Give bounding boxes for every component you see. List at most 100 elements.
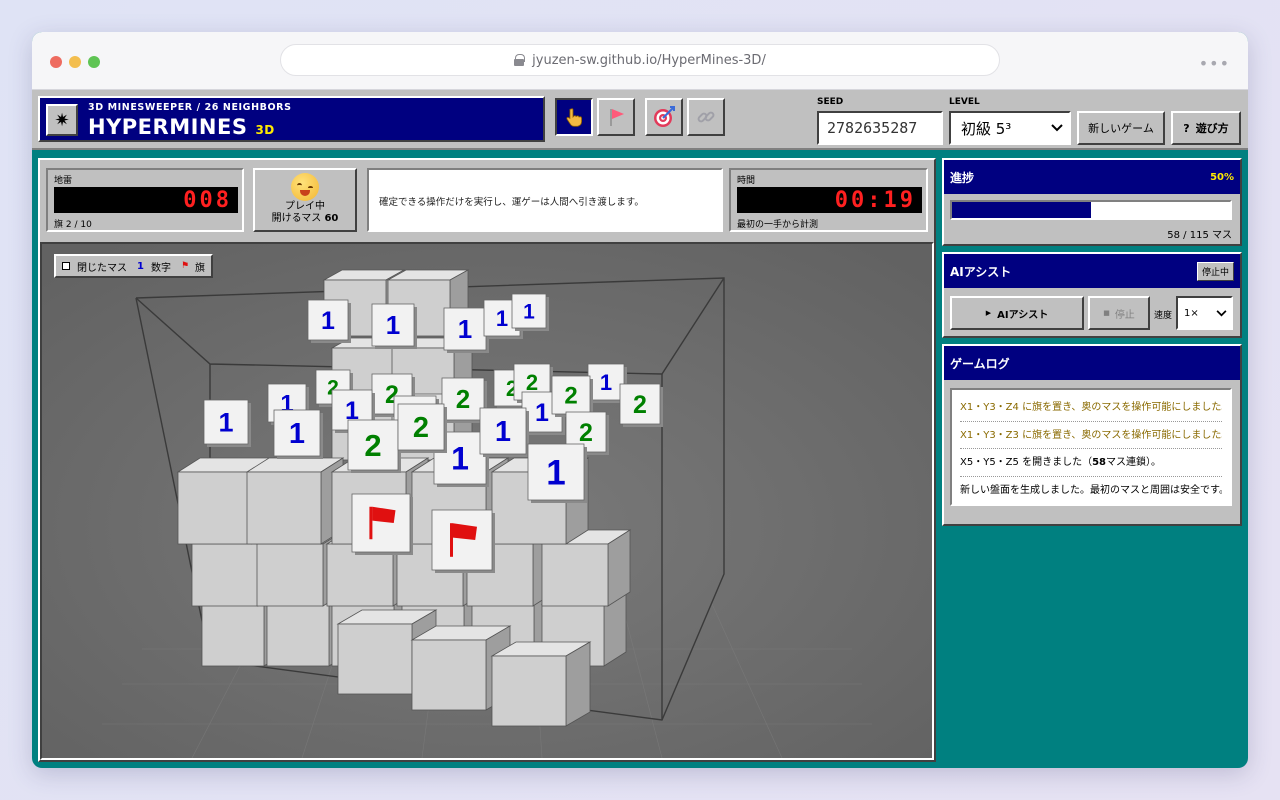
new-game-button[interactable]: 新しいゲーム [1077, 111, 1165, 145]
tile-number: 1 [451, 440, 469, 476]
number-tile[interactable]: 1 [479, 407, 529, 457]
target-icon [654, 106, 675, 127]
face-status: プレイ中 [285, 201, 325, 212]
speed-select[interactable]: 1× [1176, 296, 1233, 330]
openable-count: 開けるマス 60 [255, 213, 355, 225]
flag-tool-button[interactable] [597, 98, 635, 136]
number-tile[interactable]: 1 [307, 299, 351, 343]
number-tile[interactable]: 2 [551, 375, 593, 417]
tile-number: 1 [386, 310, 400, 340]
app-title-suffix: 3D [255, 123, 275, 137]
progress-percent: 50% [1210, 171, 1234, 183]
stop-button[interactable]: ■ 停止 [1088, 296, 1150, 330]
help-button-label: 遊び方 [1195, 122, 1229, 135]
progress-header: 進捗 50% [944, 160, 1240, 194]
seed-input[interactable]: 2782635287 [817, 111, 943, 145]
number-tile[interactable]: 1 [511, 293, 549, 331]
legend-flag-icon: ⚑ [180, 261, 190, 271]
progress-unit: マス [1212, 230, 1232, 241]
maximize-window-button[interactable] [88, 56, 100, 68]
target-tool-button[interactable] [645, 98, 683, 136]
number-tile[interactable]: 1 [371, 303, 417, 349]
browser-chrome: jyuzen-sw.github.io/HyperMines-3D/ ••• [32, 32, 1248, 90]
closed-cell-swatch [62, 262, 70, 270]
legend-flag: 旗 [195, 262, 206, 274]
level-label: LEVEL [949, 97, 980, 107]
speed-label: 速度 [1154, 311, 1173, 321]
number-tile[interactable]: 2 [347, 419, 401, 473]
progress-bar [950, 200, 1232, 220]
progress-title: 進捗 [950, 170, 975, 185]
chevron-down-icon [1216, 309, 1227, 316]
tile-number: 2 [364, 428, 381, 463]
tile-number: 1 [535, 399, 549, 427]
help-button[interactable]: ? 遊び方 [1171, 111, 1241, 145]
log-entry: X5・Y5・Z5 を開きました（58マス連鎖）。 [960, 449, 1222, 477]
log-text-suffix: マス連鎖）。 [1106, 457, 1162, 468]
tile-number: 1 [495, 416, 511, 448]
tile-number: 1 [523, 300, 535, 323]
brand-banner: ✷ 3D MINESWEEPER / 26 NEIGHBORS HYPERMIN… [38, 96, 545, 142]
pointer-hand-icon [566, 108, 582, 127]
tile-number: 2 [456, 384, 470, 414]
open-tool-button[interactable] [555, 98, 593, 136]
tile-number: 1 [546, 453, 565, 492]
number-tile[interactable]: 1 [273, 409, 323, 459]
log-coord: X1・Y3・Z3 [960, 429, 1019, 441]
progress-panel: 進捗 50% 58 / 115 マス [942, 158, 1242, 246]
timer-box: 時間 00:19 最初の一手から計測 [729, 168, 928, 232]
level-select[interactable]: 初級 5³ [949, 111, 1071, 145]
number-tile[interactable]: 1 [203, 399, 251, 447]
flag-tile[interactable] [431, 509, 495, 573]
address-bar[interactable]: jyuzen-sw.github.io/HyperMines-3D/ [280, 44, 1000, 76]
log-entry: X1・Y3・Z4 に旗を置き、奥のマスを操作可能にしました。 [960, 394, 1222, 422]
game-panel: 地雷 008 旗 2 / 10 プレイ中 開けるマス 60 確定できる操作だけを… [38, 158, 936, 762]
time-note: 最初の一手から計測 [737, 220, 819, 230]
time-label: 時間 [737, 176, 756, 186]
link-tool-button[interactable] [687, 98, 725, 136]
mine-counter: 008 [54, 187, 238, 213]
progress-bar-fill [952, 202, 1091, 218]
chevron-down-icon [1051, 124, 1063, 132]
opened-count: 58 [1167, 230, 1180, 241]
log-text: に旗を置き、奥のマスを操作可能にしました。 [1022, 402, 1222, 413]
legend-closed: 閉じたマス [77, 262, 127, 274]
closed-cell[interactable] [245, 457, 345, 545]
tile-number: 2 [633, 391, 647, 419]
game-board-3d[interactable]: 閉じたマス 1 数字 ⚑ 旗 1 1 1 1 1 2 2 2 2 2 1 1 1… [40, 242, 934, 760]
openable-label: 開けるマス [271, 213, 322, 224]
tile-number: 2 [526, 370, 538, 395]
board-canvas[interactable]: 1111122222111112221112211 [42, 244, 932, 758]
log-coord: X5・Y5・Z5 [960, 457, 1019, 468]
chain-link-icon [697, 111, 715, 123]
log-entry: X1・Y3・Z3 に旗を置き、奥のマスを操作可能にしました。 [960, 422, 1222, 449]
tile-number: 2 [413, 412, 429, 444]
ai-assist-button[interactable]: ▶ AIアシスト [950, 296, 1084, 330]
browser-window: jyuzen-sw.github.io/HyperMines-3D/ ••• ✷… [32, 32, 1248, 768]
close-window-button[interactable] [50, 56, 62, 68]
url-text: jyuzen-sw.github.io/HyperMines-3D/ [532, 52, 766, 68]
number-tile[interactable]: 1 [527, 443, 587, 503]
tile-number: 1 [600, 370, 612, 395]
log-text: 新しい盤面を生成しました。最初のマスと周囲は安全です。 [960, 484, 1222, 496]
log-chain-count: 58 [1092, 457, 1107, 468]
minimize-window-button[interactable] [69, 56, 81, 68]
flag-tile[interactable] [351, 493, 413, 555]
tile-number: 2 [564, 382, 577, 409]
openable-value: 60 [324, 213, 339, 224]
message-box: 確定できる操作だけを実行し、運ゲーは人間へ引き渡します。 [367, 168, 723, 232]
seed-label: SEED [817, 97, 844, 107]
game-log-list: X1・Y3・Z4 に旗を置き、奥のマスを操作可能にしました。 X1・Y3・Z3 … [950, 388, 1232, 506]
more-options-icon[interactable]: ••• [1199, 54, 1230, 73]
ai-assist-button-label: AIアシスト [997, 309, 1049, 321]
number-tile[interactable]: 2 [397, 403, 447, 453]
log-entry: 新しい盤面を生成しました。最初のマスと周囲は安全です。 [960, 477, 1222, 505]
number-tile[interactable]: 2 [619, 383, 663, 427]
stop-icon: ■ [1103, 309, 1110, 317]
ai-status-badge: 停止中 [1196, 261, 1234, 281]
closed-cell[interactable] [490, 641, 592, 727]
number-tile[interactable]: 1 [443, 307, 489, 353]
flag-pole-icon [450, 523, 453, 557]
face-status-button[interactable]: プレイ中 開けるマス 60 [253, 168, 357, 232]
tile-number: 1 [289, 418, 305, 450]
